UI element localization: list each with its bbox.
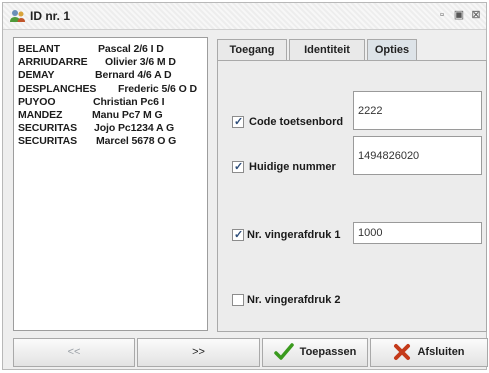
list-item-surname[interactable]: SECURITAS — [18, 135, 77, 147]
close-x-icon — [394, 344, 411, 361]
checkmark-icon: ✓ — [234, 161, 244, 173]
minimize-icon[interactable]: ▫ — [435, 8, 449, 22]
vingerafdruk2-checkbox[interactable] — [232, 294, 244, 306]
close-button[interactable]: Afsluiten — [370, 338, 488, 367]
vingerafdruk2-label: Nr. vingerafdruk 2 — [247, 294, 341, 306]
list-item-surname[interactable]: MANDEZ — [18, 109, 62, 121]
options-panel: ✓ Code toetsenbord ✓ Huidige nummer ✓ Nr… — [217, 60, 487, 332]
apply-button[interactable]: Toepassen — [262, 338, 368, 367]
list-item-surname[interactable]: SECURITAS — [18, 122, 77, 134]
tab-toegang[interactable]: Toegang — [217, 39, 287, 60]
checkmark-icon: ✓ — [234, 229, 244, 241]
tab-identiteit[interactable]: Identiteit — [289, 39, 365, 60]
huidige-nummer-label: Huidige nummer — [249, 161, 336, 173]
checkmark-icon — [273, 343, 294, 360]
close-label: Afsluiten — [417, 346, 465, 358]
apply-label: Toepassen — [299, 346, 357, 358]
previous-button[interactable]: << — [13, 338, 135, 367]
vingerafdruk1-label: Nr. vingerafdruk 1 — [247, 229, 341, 241]
list-item-detail[interactable]: Marcel 5678 O G — [96, 135, 176, 147]
next-label: >> — [192, 346, 205, 358]
list-item-surname[interactable]: ARRIUDARRE — [18, 56, 88, 68]
list-item-detail[interactable]: Pascal 2/6 I D — [98, 43, 164, 55]
users-icon — [10, 10, 25, 22]
previous-label: << — [67, 346, 81, 358]
list-item-detail[interactable]: Bernard 4/6 A D — [95, 69, 172, 81]
code-toetsenbord-checkbox[interactable]: ✓ — [232, 116, 244, 128]
vingerafdruk1-checkbox[interactable]: ✓ — [232, 229, 244, 241]
list-item-detail[interactable]: Frederic 5/6 O D — [118, 83, 197, 95]
list-item-detail[interactable]: Olivier 3/6 M D — [105, 56, 176, 68]
next-button[interactable]: >> — [137, 338, 260, 367]
vingerafdruk1-field[interactable] — [353, 222, 482, 244]
maximize-icon[interactable]: ▣ — [452, 8, 466, 22]
list-item-surname[interactable]: DEMAY — [18, 69, 55, 81]
button-bar: << >> Toepassen Afsluiten — [13, 338, 488, 368]
code-toetsenbord-label: Code toetsenbord — [249, 116, 344, 128]
list-item-surname[interactable]: BELANT — [18, 43, 60, 55]
close-window-icon[interactable]: ⊠ — [469, 8, 483, 22]
tab-opties[interactable]: Opties — [367, 39, 417, 60]
code-toetsenbord-field[interactable] — [353, 91, 482, 130]
id-window: ID nr. 1 ▫ ▣ ⊠ BELANT Pascal 2/6 I D ARRIU… — [2, 2, 488, 370]
window-title: ID nr. 1 — [30, 9, 71, 23]
list-item-surname[interactable]: DESPLANCHES — [18, 83, 96, 95]
list-item-detail[interactable]: Jojo Pc1234 A G — [94, 122, 174, 134]
person-list: BELANT Pascal 2/6 I D ARRIUDARRE Olivier 3/… — [13, 37, 208, 331]
checkmark-icon: ✓ — [234, 116, 244, 128]
list-item-surname[interactable]: PUYOO — [18, 96, 56, 108]
list-item-detail[interactable]: Christian Pc6 I — [93, 96, 165, 108]
huidige-nummer-checkbox[interactable]: ✓ — [232, 161, 244, 173]
huidige-nummer-field[interactable] — [353, 136, 482, 175]
title-bar: ID nr. 1 ▫ ▣ ⊠ — [3, 3, 486, 30]
list-item-detail[interactable]: Manu Pc7 M G — [92, 109, 163, 121]
